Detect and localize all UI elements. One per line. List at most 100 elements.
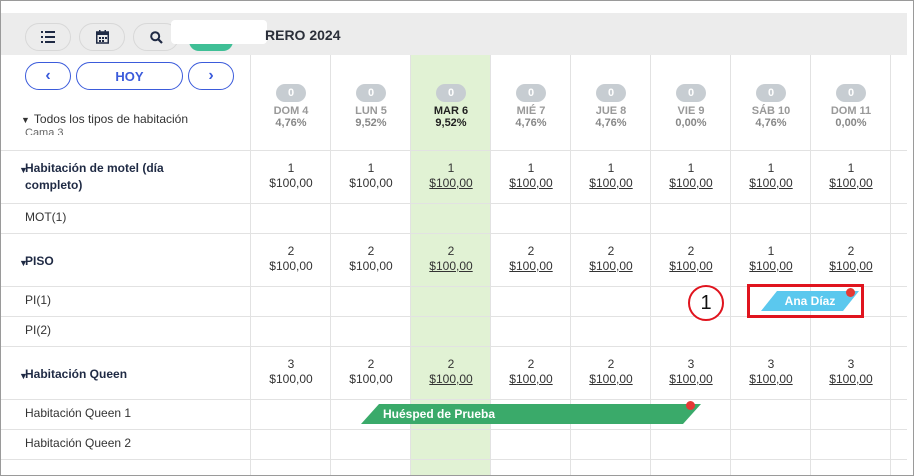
availability-cell[interactable]: 2 $100,00: [331, 244, 411, 274]
availability-cell[interactable]: 1 $100,00: [251, 161, 331, 191]
room-row-label: PI(2): [25, 323, 52, 337]
available-count: 2: [607, 357, 615, 371]
day-occupancy: 4,76%: [595, 117, 627, 129]
availability-cell[interactable]: 3 $100,00: [251, 357, 331, 387]
availability-cell[interactable]: 2 $100,00: [491, 244, 571, 274]
availability-cell[interactable]: 1 $100,00: [651, 161, 731, 191]
room-type-name: PISO: [25, 254, 54, 268]
rate-price-link[interactable]: $100,00: [411, 372, 491, 387]
prev-week-button[interactable]: ‹: [25, 62, 71, 90]
room-type-filter[interactable]: ▼ Todos los tipos de habitación: [21, 112, 188, 126]
overlay-box: [171, 20, 267, 44]
rate-price-link[interactable]: $100,00: [731, 259, 811, 274]
booking-guest-name: Huésped de Prueba: [383, 407, 496, 421]
available-count: 3: [847, 357, 855, 371]
room-type-motel[interactable]: ▼ Habitación de motel (día completo): [19, 160, 215, 194]
cut-row-label: Cama 3: [25, 127, 64, 135]
availability-cell[interactable]: 1 $100,00: [331, 161, 411, 191]
availability-cell[interactable]: 2 $100,00: [811, 244, 891, 274]
rate-price-link[interactable]: $100,00: [491, 176, 571, 191]
available-count: 2: [687, 244, 695, 258]
availability-cell[interactable]: 1 $100,00: [411, 161, 491, 191]
available-count: 1: [767, 161, 775, 175]
day-occupancy: 4,76%: [515, 117, 547, 129]
room-row-label: PI(1): [25, 293, 52, 307]
rate-price: $100,00: [269, 176, 313, 190]
available-count: 2: [367, 244, 375, 258]
rate-price-link[interactable]: $100,00: [651, 372, 731, 387]
rate-price: $100,00: [349, 259, 393, 273]
availability-cell[interactable]: 2 $100,00: [411, 244, 491, 274]
rate-price-link[interactable]: $100,00: [491, 259, 571, 274]
availability-cell[interactable]: 1 $100,00: [811, 161, 891, 191]
day-header[interactable]: 0 JUE 8 4,76%: [571, 83, 651, 129]
availability-cell[interactable]: 1 $100,00: [571, 161, 651, 191]
room-type-queen[interactable]: ▼ Habitación Queen: [19, 366, 128, 383]
today-button[interactable]: HOY: [76, 62, 183, 90]
rate-price-link[interactable]: $100,00: [731, 372, 811, 387]
day-badge: 0: [596, 84, 626, 102]
availability-cell[interactable]: 2 $100,00: [251, 244, 331, 274]
next-week-button[interactable]: ›: [188, 62, 234, 90]
rate-price-link[interactable]: $100,00: [411, 176, 491, 191]
availability-cell[interactable]: 1 $100,00: [731, 244, 811, 274]
availability-cell[interactable]: 3 $100,00: [811, 357, 891, 387]
availability-cell[interactable]: 1 $100,00: [491, 161, 571, 191]
caret-down-icon: ▼: [19, 165, 28, 175]
rate-price-link[interactable]: $100,00: [811, 372, 891, 387]
caret-down-icon: ▼: [21, 115, 30, 125]
day-badge: 0: [676, 84, 706, 102]
rate-price-link[interactable]: $100,00: [411, 259, 491, 274]
day-name: MIÉ 7: [516, 105, 546, 117]
availability-cell[interactable]: 2 $100,00: [331, 357, 411, 387]
room-type-name: Habitación de motel (día completo): [25, 161, 164, 192]
room-type-piso[interactable]: ▼ PISO: [19, 253, 54, 270]
day-occupancy: 4,76%: [755, 117, 787, 129]
availability-cell[interactable]: 3 $100,00: [651, 357, 731, 387]
availability-cell[interactable]: 2 $100,00: [651, 244, 731, 274]
booking-huesped-de-prueba[interactable]: Huésped de Prueba: [361, 404, 701, 424]
rate-price-link[interactable]: $100,00: [731, 176, 811, 191]
booking-alert-dot: [686, 401, 695, 410]
day-header[interactable]: 0 LUN 5 9,52%: [331, 83, 411, 129]
rate-price-link[interactable]: $100,00: [571, 176, 651, 191]
availability-cell[interactable]: 2 $100,00: [571, 357, 651, 387]
rate-price-link[interactable]: $100,00: [651, 259, 731, 274]
row-divider: [1, 233, 907, 234]
available-count: 1: [767, 244, 775, 258]
available-count: 2: [527, 357, 535, 371]
available-count: 1: [367, 161, 375, 175]
day-name: VIE 9: [677, 105, 705, 117]
day-header[interactable]: 0 MIÉ 7 4,76%: [491, 83, 571, 129]
availability-cell[interactable]: 1 $100,00: [731, 161, 811, 191]
list-view-button[interactable]: [25, 23, 71, 51]
available-count: 2: [287, 244, 295, 258]
available-count: 1: [447, 161, 455, 175]
rate-price-link[interactable]: $100,00: [811, 176, 891, 191]
calendar-icon: [95, 30, 109, 44]
day-header[interactable]: 0 DOM 11 0,00%: [811, 83, 891, 129]
day-header[interactable]: 0 DOM 4 4,76%: [251, 83, 331, 129]
room-type-name: Habitación Queen: [25, 367, 128, 381]
calendar-frame: RERO 2024 ‹ HOY › ▼ Todos los tipos de ha…: [0, 0, 914, 476]
rate-price-link[interactable]: $100,00: [651, 176, 731, 191]
day-name: JUE 8: [595, 105, 627, 117]
calendar-view-button[interactable]: [79, 23, 125, 51]
available-count: 1: [287, 161, 295, 175]
rate-price-link[interactable]: $100,00: [811, 259, 891, 274]
day-name: SÁB 10: [751, 105, 791, 117]
rate-price-link[interactable]: $100,00: [491, 372, 571, 387]
available-count: 3: [687, 357, 695, 371]
day-header[interactable]: 0 SÁB 10 4,76%: [731, 83, 811, 129]
availability-cell[interactable]: 2 $100,00: [571, 244, 651, 274]
availability-cell[interactable]: 3 $100,00: [731, 357, 811, 387]
available-count: 2: [367, 357, 375, 371]
availability-cell[interactable]: 2 $100,00: [491, 357, 571, 387]
day-badge: 0: [276, 84, 306, 102]
rate-price-link[interactable]: $100,00: [571, 372, 651, 387]
rate-price-link[interactable]: $100,00: [571, 259, 651, 274]
day-header[interactable]: 0 VIE 9 0,00%: [651, 83, 731, 129]
availability-cell[interactable]: 2 $100,00: [411, 357, 491, 387]
day-occupancy: 4,76%: [275, 117, 307, 129]
day-header-today[interactable]: 0 MAR 6 9,52%: [411, 83, 491, 129]
